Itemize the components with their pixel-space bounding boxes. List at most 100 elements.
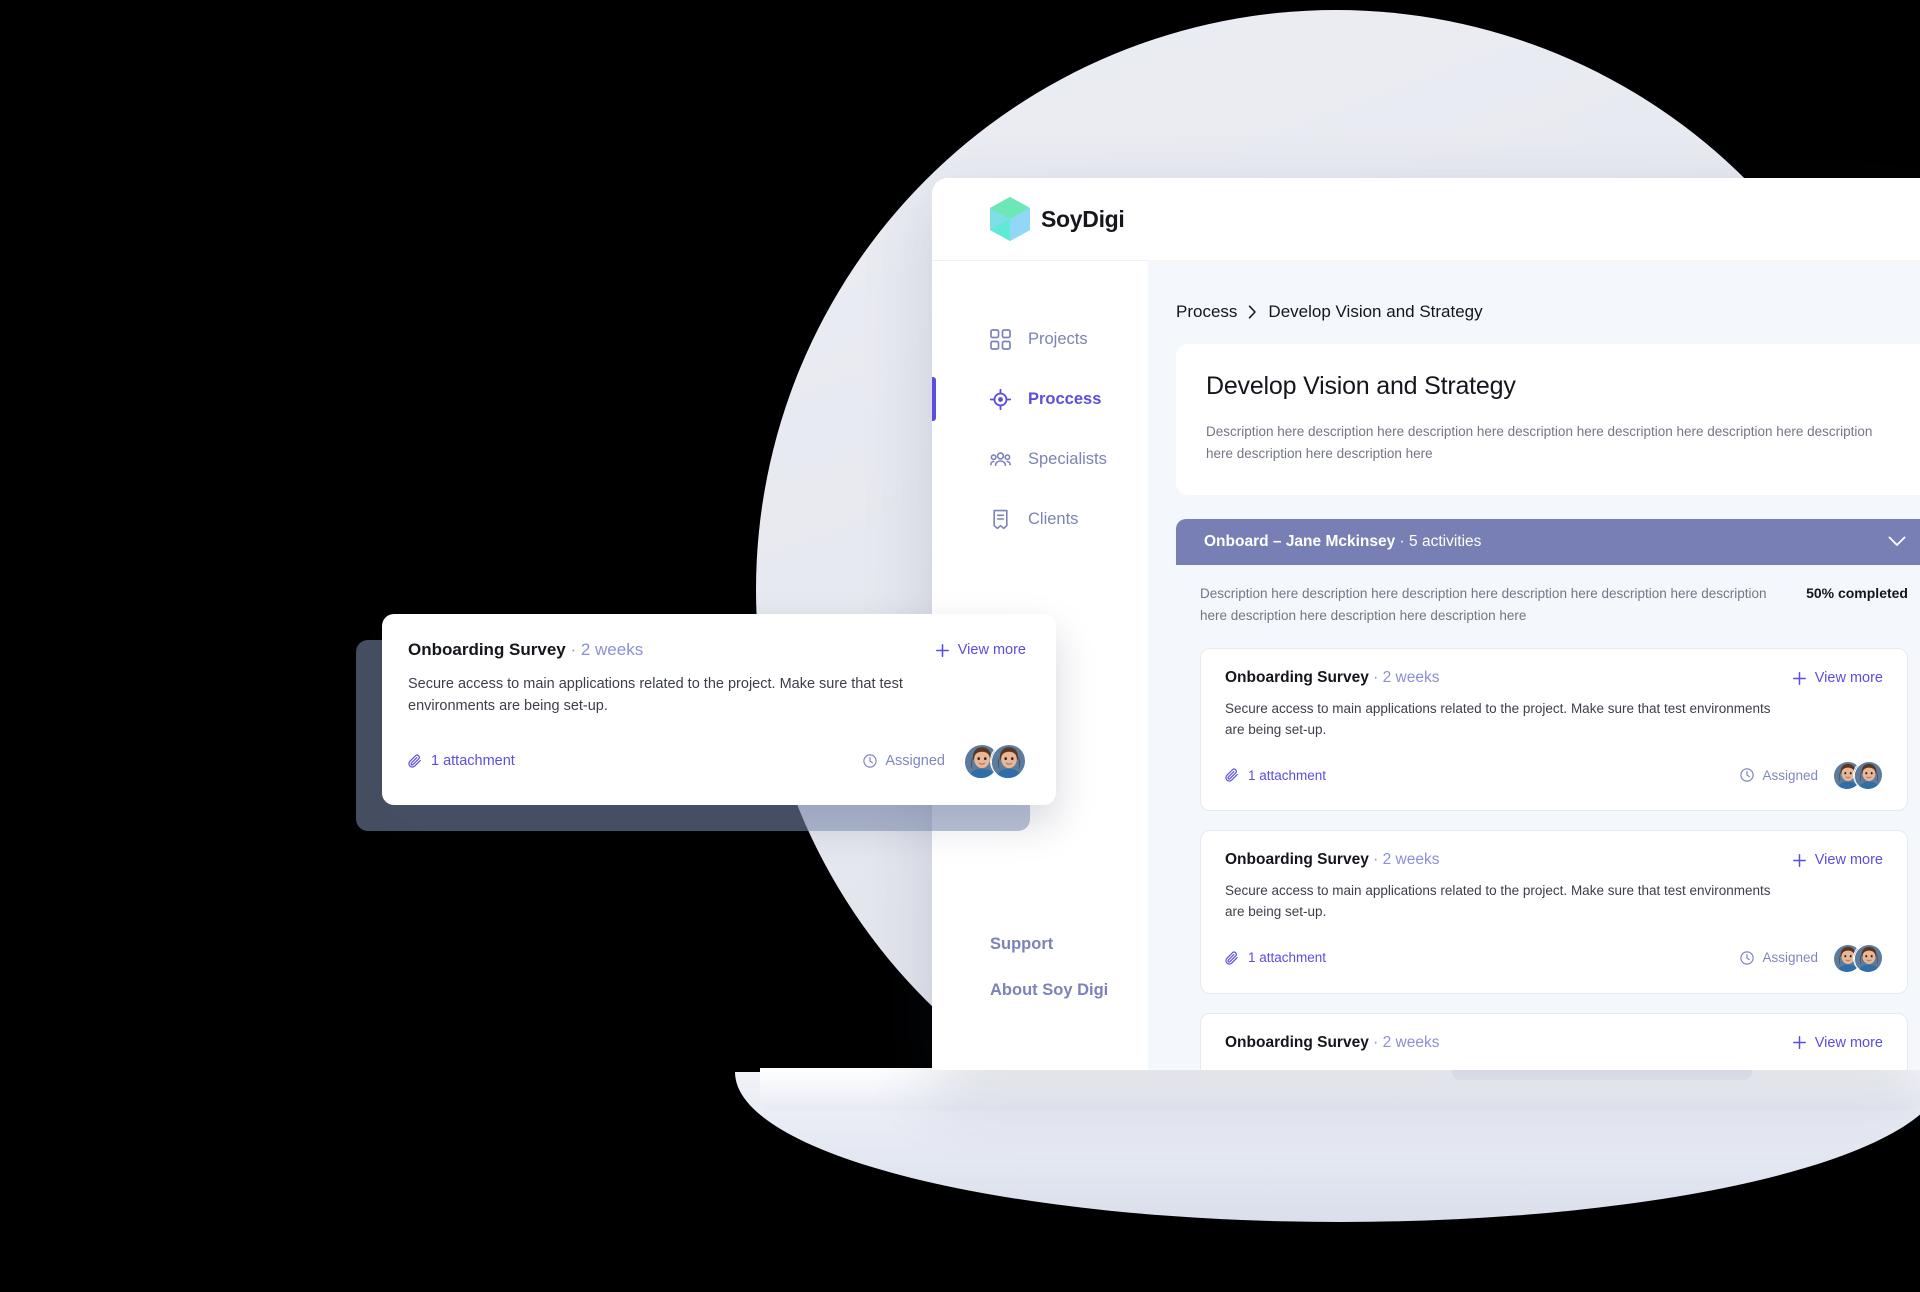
app-window: SoyDigi Projects Proccess Specialists Cl… xyxy=(932,178,1920,1070)
floating-attachment-button[interactable]: 1 attachment xyxy=(408,753,515,769)
users-icon xyxy=(990,449,1011,470)
attachment-label: 1 attachment xyxy=(431,753,515,770)
activity-card-title: Onboarding Survey · 2 weeks xyxy=(1225,851,1439,869)
view-more-button[interactable]: View more xyxy=(1792,852,1883,868)
sidebar-item-specialists[interactable]: Specialists xyxy=(932,429,1148,489)
sidebar-item-label: Clients xyxy=(1028,509,1079,528)
activity-card-meta: Assigned xyxy=(1740,942,1883,973)
attachment-label: 1 attachment xyxy=(1248,767,1327,783)
activity-card-description: Secure access to main applications relat… xyxy=(1225,883,1771,919)
progress-label: 50% completed xyxy=(1806,584,1908,601)
activity-card-header: Onboarding Survey · 2 weeks View more xyxy=(1225,851,1883,869)
sidebar-link-about[interactable]: About Soy Digi xyxy=(990,981,1148,1000)
status-label: Assigned xyxy=(885,753,945,770)
clock-icon xyxy=(1740,950,1755,965)
avatar[interactable] xyxy=(1853,760,1883,791)
activity-group: Onboard – Jane Mckinsey · 5 activities D… xyxy=(1176,518,1920,1070)
activity-card-header: Onboarding Survey · 2 weeks View more xyxy=(1225,1034,1883,1052)
clock-icon xyxy=(1740,768,1755,783)
plus-icon xyxy=(1792,854,1806,867)
status-badge: Assigned xyxy=(863,753,945,769)
attachment-button[interactable]: 1 attachment xyxy=(1225,768,1326,783)
process-detail-panel: Develop Vision and Strategy Description … xyxy=(1176,344,1920,495)
attachment-button[interactable]: 1 attachment xyxy=(1225,950,1326,965)
floating-card-duration: · 2 weeks xyxy=(565,640,644,659)
breadcrumb-root[interactable]: Process xyxy=(1176,302,1237,322)
status-badge: Assigned xyxy=(1740,950,1818,965)
target-icon xyxy=(990,388,1011,410)
floating-card-title-text: Onboarding Survey xyxy=(408,640,566,659)
activity-card[interactable]: Onboarding Survey · 2 weeks V xyxy=(1200,830,1908,994)
soydigi-hex-cube-logo-icon xyxy=(990,197,1030,241)
sidebar-item-projects[interactable]: Projects xyxy=(932,309,1148,369)
activity-card-header: Onboarding Survey · 2 weeks View more xyxy=(1225,669,1883,687)
activity-group-title: Onboard – Jane Mckinsey · 5 activities xyxy=(1204,533,1481,551)
page-description: Description here description here descri… xyxy=(1206,424,1873,461)
activity-group-description: Description here description here descri… xyxy=(1200,585,1767,623)
activity-card-footer: 1 attachment Assigned xyxy=(1225,760,1883,791)
brand-logo[interactable]: SoyDigi xyxy=(990,197,1125,241)
floating-card-header: Onboarding Survey · 2 weeks View more xyxy=(408,640,1026,660)
activity-group-title-count: · 5 activities xyxy=(1395,532,1482,550)
activity-card-title-text: Onboarding Survey xyxy=(1225,1033,1369,1051)
view-more-label: View more xyxy=(1814,1034,1883,1051)
sidebar-footer-links: Support About Soy Digi xyxy=(932,935,1148,1070)
plus-icon xyxy=(1792,671,1806,685)
view-more-button[interactable]: View more xyxy=(1792,1034,1883,1051)
activity-card[interactable]: Onboarding Survey · 2 weeks V xyxy=(1200,648,1908,812)
activity-card-title-text: Onboarding Survey xyxy=(1225,669,1369,687)
assignee-avatars[interactable] xyxy=(963,743,1026,780)
avatar[interactable] xyxy=(990,743,1026,780)
status-label: Assigned xyxy=(1762,767,1818,783)
activity-card-title: Onboarding Survey · 2 weeks xyxy=(1225,669,1439,687)
activity-group-title-main: Onboard – Jane Mckinsey xyxy=(1204,532,1396,550)
breadcrumb-current[interactable]: Develop Vision and Strategy xyxy=(1268,302,1482,322)
chevron-right-icon xyxy=(1248,305,1257,319)
attachment-label: 1 attachment xyxy=(1248,950,1327,965)
floating-card-title: Onboarding Survey · 2 weeks xyxy=(408,640,643,660)
sidebar-item-label: Projects xyxy=(1028,329,1088,348)
activity-card-footer: 1 attachment Assigned xyxy=(1225,942,1883,973)
sidebar-item-proccess[interactable]: Proccess xyxy=(932,369,1148,429)
sidebar-item-label: Specialists xyxy=(1028,449,1107,468)
plus-icon xyxy=(935,643,949,657)
paperclip-icon xyxy=(1225,951,1239,965)
activity-card[interactable]: Onboarding Survey · 2 weeks V xyxy=(1200,1012,1908,1070)
view-more-button[interactable]: View more xyxy=(1792,670,1883,687)
activity-group-header[interactable]: Onboard – Jane Mckinsey · 5 activities xyxy=(1176,518,1920,565)
sidebar-nav: Projects Proccess Specialists Clients xyxy=(932,309,1148,549)
view-more-label: View more xyxy=(1814,670,1883,687)
chevron-down-icon[interactable] xyxy=(1888,536,1906,547)
floating-card-meta: Assigned xyxy=(863,743,1026,780)
activity-card-meta: Assigned xyxy=(1740,760,1883,791)
activity-card-duration: · 2 weeks xyxy=(1368,851,1440,869)
assignee-avatars[interactable] xyxy=(1832,942,1883,973)
assignee-avatars[interactable] xyxy=(1832,760,1883,791)
grid-icon xyxy=(990,328,1011,350)
plus-icon xyxy=(1792,1036,1806,1049)
floating-view-more-button[interactable]: View more xyxy=(935,642,1026,658)
page-title: Develop Vision and Strategy xyxy=(1206,372,1516,400)
app-body: Projects Proccess Specialists Clients Su… xyxy=(932,260,1920,1070)
floating-card-description: Secure access to main applications relat… xyxy=(408,676,903,715)
activity-group-body: Description here description here descri… xyxy=(1176,565,1920,1070)
main-content: Process Develop Vision and Strategy Deve… xyxy=(1148,260,1920,1070)
app-topbar: SoyDigi xyxy=(932,178,1920,260)
activity-card-description: Secure access to main applications relat… xyxy=(1225,701,1771,737)
activity-card-title-text: Onboarding Survey xyxy=(1225,851,1369,869)
status-badge: Assigned xyxy=(1740,768,1818,783)
floating-card-footer: 1 attachment Assigned xyxy=(408,743,1026,780)
status-label: Assigned xyxy=(1762,950,1818,965)
paperclip-icon xyxy=(1225,768,1239,783)
avatar[interactable] xyxy=(1853,942,1883,973)
sidebar-item-label: Proccess xyxy=(1028,389,1102,408)
activity-card-duration: · 2 weeks xyxy=(1368,669,1440,687)
activity-group-meta: Description here description here descri… xyxy=(1176,583,1920,627)
sidebar-item-clients[interactable]: Clients xyxy=(932,489,1148,549)
activity-card-duration: · 2 weeks xyxy=(1368,1033,1440,1051)
activity-card-title: Onboarding Survey · 2 weeks xyxy=(1225,1034,1439,1052)
floating-activity-card[interactable]: Onboarding Survey · 2 weeks View more Se… xyxy=(382,614,1056,806)
sidebar-link-support[interactable]: Support xyxy=(990,935,1148,954)
breadcrumb: Process Develop Vision and Strategy xyxy=(1176,302,1920,322)
paperclip-icon xyxy=(408,754,422,768)
